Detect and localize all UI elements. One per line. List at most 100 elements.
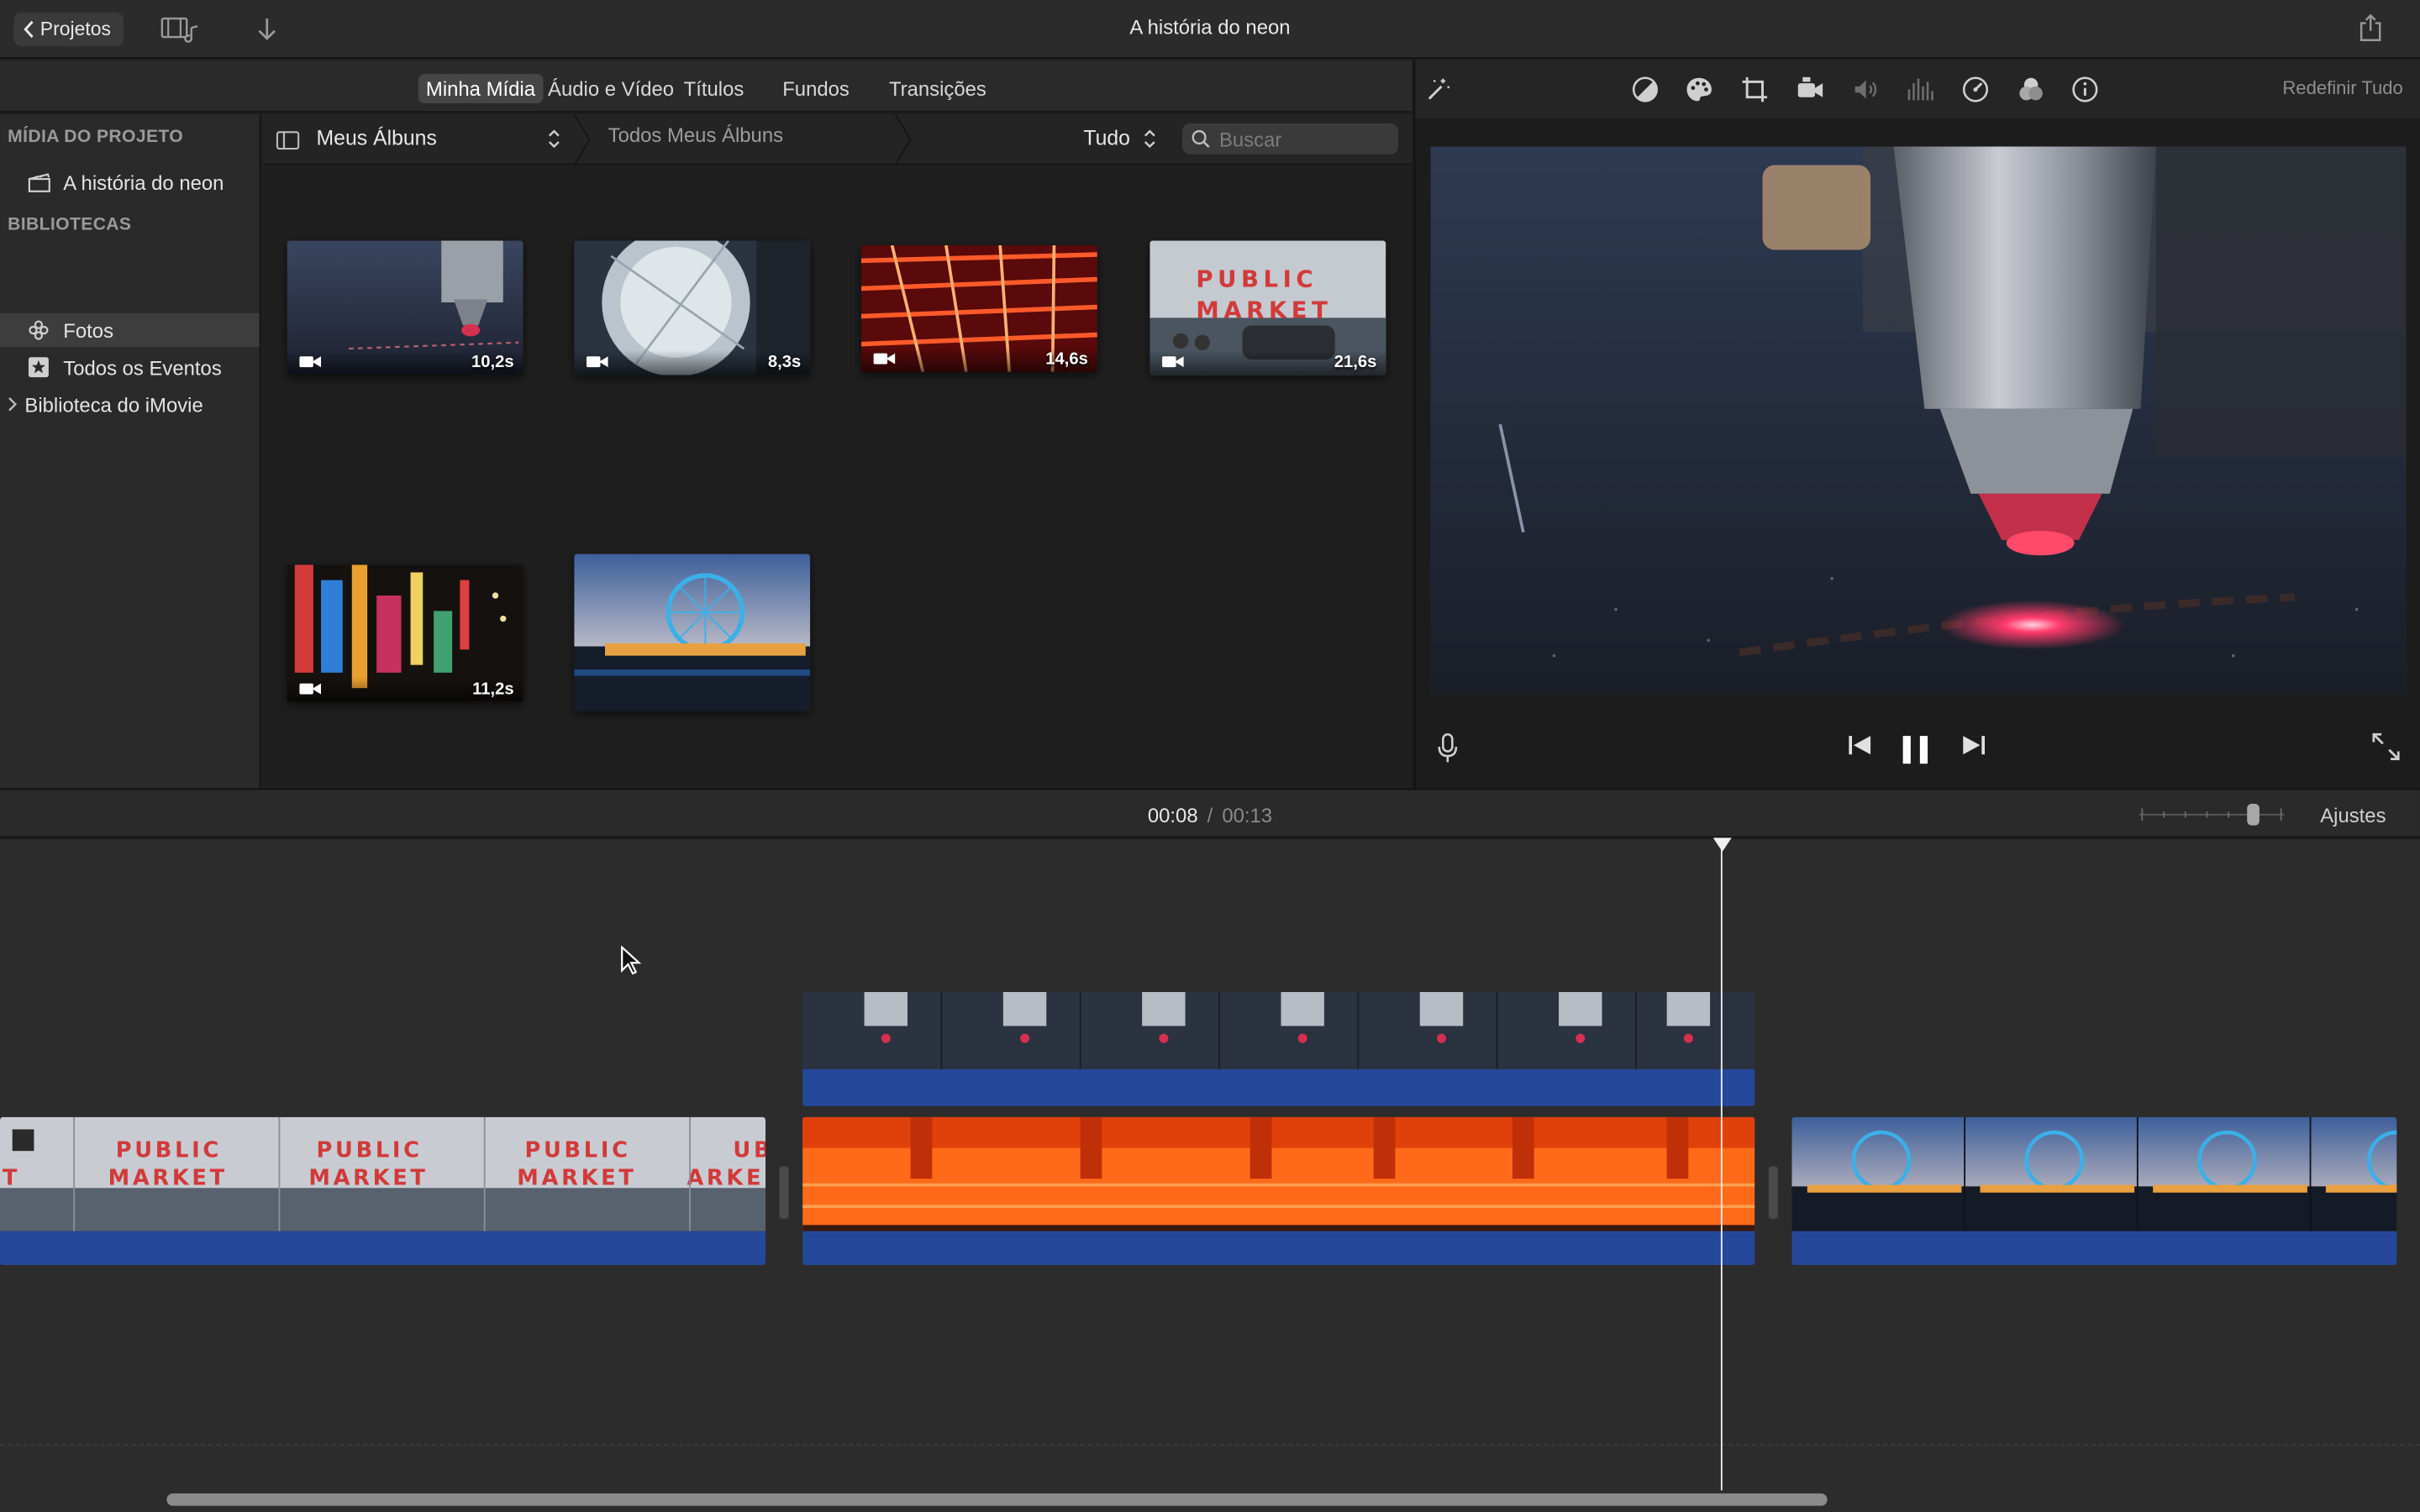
timecode: 00:08 / 00:13 xyxy=(0,804,2420,827)
pause-button[interactable] xyxy=(1898,732,1932,766)
timeline-scrollbar[interactable] xyxy=(166,1493,1828,1506)
viewer-toolbar: Redefinir Tudo xyxy=(1415,60,2420,119)
clip-audio-strip[interactable] xyxy=(802,1068,1755,1106)
updown-chevron-icon[interactable] xyxy=(1144,128,1156,157)
crop-icon[interactable] xyxy=(1741,76,1769,103)
skip-forward-icon[interactable] xyxy=(1961,732,1986,757)
svg-text:MARKET: MARKET xyxy=(1196,297,1332,323)
clip-filter-label: Tudo xyxy=(1083,126,1130,150)
sidebar-item-label: Fotos xyxy=(63,318,114,342)
timeline[interactable]: ET PUBLIC MARKET PUBLIC MARKET PUBLIC MARKE… xyxy=(0,839,2420,1512)
sidebar-item-label: A história do neon xyxy=(63,170,224,194)
clip-duration: 14,6s xyxy=(1045,349,1088,369)
media-clip-thumbnail[interactable]: 14,6s xyxy=(860,245,1097,372)
media-clip-thumbnail[interactable]: 10,2s xyxy=(287,240,523,375)
speed-gauge-icon[interactable] xyxy=(1961,76,1989,103)
breadcrumb[interactable]: Todos Meus Álbuns xyxy=(608,123,783,147)
share-icon[interactable] xyxy=(2358,13,2386,42)
video-camera-icon xyxy=(873,353,896,365)
volume-icon[interactable] xyxy=(1852,76,1880,103)
video-preview[interactable] xyxy=(1430,146,2407,695)
equalizer-icon[interactable] xyxy=(1906,76,1933,103)
sidebar-item-imovie-library[interactable]: Biblioteca do iMovie xyxy=(0,387,260,421)
media-clip-thumbnail[interactable]: PUBLIC MARKET 21,6s xyxy=(1150,240,1386,375)
svg-text:MARKET: MARKET xyxy=(108,1166,228,1191)
libraries-header: BIBLIOTECAS xyxy=(8,216,132,235)
clip-duration: 11,2s xyxy=(472,680,514,700)
transition-marker[interactable] xyxy=(779,1166,789,1219)
tab-transitions[interactable]: Transições xyxy=(881,74,994,103)
sidebar-item-all-events[interactable]: Todos os Eventos xyxy=(0,350,260,384)
timeline-clip-ferris-wheel[interactable] xyxy=(1791,1116,2397,1266)
libraries-sidebar: MÍDIA DO PROJETO A história do neon BIBL… xyxy=(0,113,261,789)
svg-text:UBL: UBL xyxy=(733,1138,765,1163)
media-clip-thumbnail[interactable]: 8,3s xyxy=(574,240,811,375)
clip-duration: 21,6s xyxy=(1334,353,1377,372)
sidebar-item-label: Biblioteca do iMovie xyxy=(24,392,203,416)
current-time: 00:08 xyxy=(1147,803,1198,827)
playhead[interactable] xyxy=(1720,845,1723,1491)
clip-filter-icon[interactable] xyxy=(2018,76,2045,103)
mouse-pointer-icon xyxy=(621,945,642,975)
tab-my-media[interactable]: Minha Mídia xyxy=(418,74,544,104)
svg-text:MARKET: MARKET xyxy=(308,1166,428,1191)
project-media-header: MÍDIA DO PROJETO xyxy=(8,128,184,147)
sidebar-item-photos[interactable]: Fotos xyxy=(0,312,260,348)
zoom-slider-knob[interactable] xyxy=(2247,803,2260,826)
tab-backgrounds[interactable]: Fundos xyxy=(775,74,857,103)
svg-text:ARKE: ARKE xyxy=(687,1166,764,1191)
breadcrumb-separator-icon xyxy=(894,113,912,165)
svg-text:PUBLIC: PUBLIC xyxy=(1196,266,1318,293)
search-icon xyxy=(1192,129,1210,148)
svg-text:PUBLIC: PUBLIC xyxy=(116,1138,222,1163)
project-title: A história do neon xyxy=(1129,15,1291,39)
video-camera-icon xyxy=(1162,356,1184,368)
microphone-icon[interactable] xyxy=(1437,732,1459,764)
stabilization-camera-icon[interactable] xyxy=(1797,76,1824,103)
star-icon xyxy=(26,354,50,379)
sidebar-item-project[interactable]: A história do neon xyxy=(0,165,260,199)
sidebar-toggle-icon[interactable] xyxy=(276,129,300,157)
disclosure-chevron-icon[interactable] xyxy=(0,396,24,412)
updown-chevron-icon[interactable] xyxy=(548,128,560,157)
reset-all-button[interactable]: Redefinir Tudo xyxy=(2282,77,2402,99)
color-palette-icon[interactable] xyxy=(1686,76,1713,103)
tab-titles[interactable]: Títulos xyxy=(676,74,751,103)
breadcrumb-separator-icon xyxy=(573,113,591,165)
clip-duration: 10,2s xyxy=(471,353,514,372)
media-browser: Minha Mídia Áudio e Vídeo Títulos Fundos… xyxy=(0,60,1413,789)
timeline-header: 00:08 / 00:13 Ajustes xyxy=(0,788,2420,838)
albums-selector[interactable]: Meus Álbuns xyxy=(317,127,437,150)
video-camera-icon xyxy=(299,356,322,368)
svg-text:MARKET: MARKET xyxy=(517,1166,636,1191)
clip-filter-selector[interactable]: Tudo xyxy=(1083,127,1130,150)
zoom-slider[interactable] xyxy=(2139,803,2285,826)
fullscreen-icon[interactable] xyxy=(2372,732,2400,761)
info-icon[interactable] xyxy=(2071,76,2099,103)
color-balance-icon[interactable] xyxy=(1631,76,1659,103)
media-clip-thumbnail[interactable]: 11,2s xyxy=(287,564,523,702)
tab-audio-video[interactable]: Áudio e Vídeo xyxy=(540,74,681,103)
skip-back-icon[interactable] xyxy=(1848,732,1872,757)
viewer-panel: Redefinir Tudo xyxy=(1413,60,2420,789)
timeline-clip-neon[interactable] xyxy=(802,1116,1755,1266)
transition-marker[interactable] xyxy=(1768,1166,1778,1219)
total-time: 00:13 xyxy=(1222,803,1273,827)
media-grid: 10,2s 8,3s 14,6s PUBLIC MARKET 21,6s 11,… xyxy=(262,166,1412,788)
timeline-clip-cutaway[interactable] xyxy=(802,991,1755,1106)
albums-selector-label: Meus Álbuns xyxy=(316,126,437,150)
photos-icon xyxy=(26,318,50,342)
clip-audio-strip[interactable] xyxy=(0,1231,766,1266)
timeline-clip-public-market[interactable]: ET PUBLIC MARKET PUBLIC MARKET PUBLIC MARKE… xyxy=(0,1116,766,1266)
svg-text:ET: ET xyxy=(0,1166,20,1191)
clip-audio-strip[interactable] xyxy=(1791,1231,2397,1266)
clapperboard-icon xyxy=(26,170,50,194)
magic-wand-icon[interactable] xyxy=(1424,76,1452,103)
search-input[interactable] xyxy=(1218,127,1390,151)
media-clip-thumbnail[interactable] xyxy=(574,554,811,711)
timeline-settings-button[interactable]: Ajustes xyxy=(2320,804,2386,827)
video-camera-icon xyxy=(299,683,322,695)
svg-text:PUBLIC: PUBLIC xyxy=(524,1138,630,1163)
clip-audio-strip[interactable] xyxy=(802,1231,1755,1266)
clip-duration: 8,3s xyxy=(767,353,802,372)
